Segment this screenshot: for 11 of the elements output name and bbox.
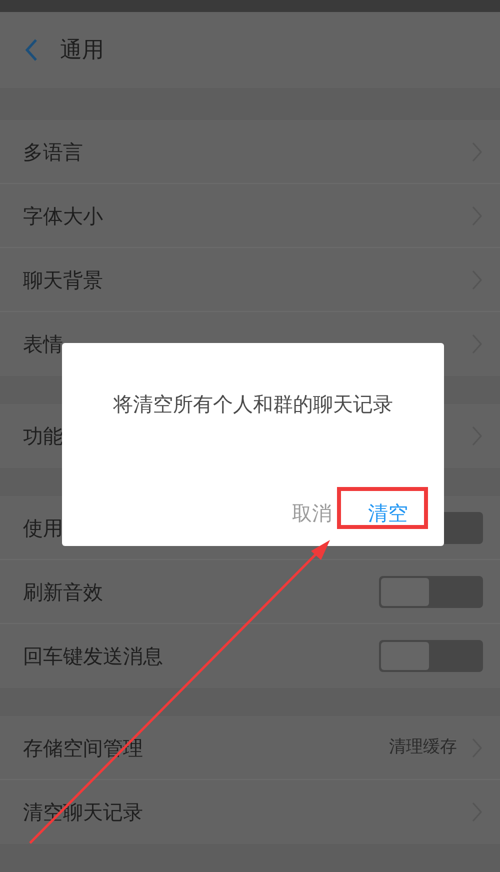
row-label: 刷新音效 (23, 578, 103, 606)
row-label: 多语言 (23, 138, 83, 166)
row-value: 清理缓存 (389, 736, 457, 759)
row-label: 表情 (23, 331, 63, 358)
row-label: 字体大小 (23, 202, 103, 230)
row-label: 使用 (23, 514, 63, 542)
row-label: 功能 (23, 423, 63, 450)
row-label: 回车键发送消息 (23, 643, 163, 670)
row-label: 聊天背景 (23, 266, 103, 294)
dialog-message: 将清空所有个人和群的聊天记录 (112, 391, 394, 418)
page-title: 通用 (60, 36, 104, 64)
